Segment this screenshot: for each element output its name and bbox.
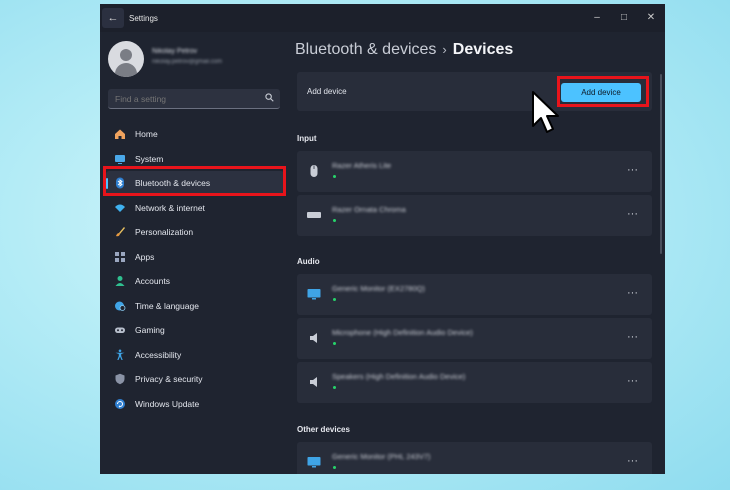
connected-status-dot	[333, 175, 336, 178]
sidebar-item-personalization[interactable]: Personalization	[106, 220, 284, 245]
connected-status-dot	[333, 219, 336, 222]
connected-status-dot	[333, 466, 336, 469]
page-title: Devices	[452, 41, 514, 58]
sidebar-item-label: Accounts	[135, 276, 170, 287]
person-icon	[113, 274, 127, 288]
profile-name: Nikolay Petrov	[152, 48, 198, 55]
sidebar-item-home[interactable]: Home	[106, 122, 284, 147]
more-options-button[interactable]: ···	[627, 331, 638, 343]
device-name: Microphone (High Definition Audio Device…	[332, 328, 473, 337]
sidebar-item-label: Windows Update	[135, 398, 200, 409]
scrollbar[interactable]	[660, 74, 662, 254]
device-row[interactable]: Microphone (High Definition Audio Device…	[297, 318, 652, 359]
device-name: Razer Ornata Chroma	[332, 205, 406, 214]
more-options-button[interactable]: ···	[627, 164, 638, 176]
title-bar: ← Settings – □ ✕	[100, 4, 665, 32]
device-row[interactable]: Razer Ornata Chroma ···	[297, 195, 652, 236]
search-icon[interactable]	[265, 93, 274, 102]
sidebar-item-label: Gaming	[135, 325, 165, 336]
sidebar-item-apps[interactable]: Apps	[106, 245, 284, 270]
apps-icon	[113, 250, 127, 264]
sidebar-item-accessibility[interactable]: Accessibility	[106, 343, 284, 368]
profile-email: nikolay.petrov@gmail.com	[152, 59, 223, 65]
avatar	[108, 41, 144, 77]
speaker-icon	[310, 333, 317, 343]
sidebar-item-label: Apps	[135, 251, 155, 262]
device-row[interactable]: Generic Monitor (EX2780Q) ···	[297, 274, 652, 315]
sidebar-nav: Home System Bluetooth & devices Network …	[106, 122, 284, 416]
sidebar-item-accounts[interactable]: Accounts	[106, 269, 284, 294]
accessibility-icon	[113, 348, 127, 362]
breadcrumb-separator: ›	[442, 42, 447, 57]
section-title-input: Input	[297, 134, 317, 143]
window-title: Settings	[129, 14, 158, 23]
back-button[interactable]: ←	[102, 8, 124, 28]
device-name: Speakers (High Definition Audio Device)	[332, 372, 466, 381]
device-row[interactable]: Speakers (High Definition Audio Device) …	[297, 362, 652, 403]
more-options-button[interactable]: ···	[627, 455, 638, 467]
more-options-button[interactable]: ···	[627, 287, 638, 299]
speaker-icon	[310, 377, 317, 387]
section-title-other-devices: Other devices	[297, 425, 350, 434]
device-name: Razer Atheris Lite	[332, 161, 392, 170]
sidebar-item-label: Time & language	[135, 300, 199, 311]
sidebar-item-label: Home	[135, 129, 158, 140]
section-title-audio: Audio	[297, 257, 320, 266]
device-row[interactable]: Razer Atheris Lite ···	[297, 151, 652, 192]
update-icon	[113, 397, 127, 411]
settings-window: ← Settings – □ ✕ Nikolay Petrov nikolay.…	[100, 4, 665, 474]
more-options-button[interactable]: ···	[627, 375, 638, 387]
globe-clock-icon	[113, 299, 127, 313]
breadcrumb: Bluetooth & devices › Devices	[295, 41, 513, 59]
sidebar-item-time-language[interactable]: Time & language	[106, 294, 284, 319]
add-device-label: Add device	[307, 87, 347, 96]
device-name: Generic Monitor (EX2780Q)	[332, 284, 425, 293]
connected-status-dot	[333, 386, 336, 389]
sidebar-item-gaming[interactable]: Gaming	[106, 318, 284, 343]
monitor-icon	[307, 289, 321, 300]
mouse-icon	[310, 165, 318, 177]
gamepad-icon	[113, 323, 127, 337]
brush-icon	[113, 225, 127, 239]
back-arrow-icon: ←	[107, 12, 119, 24]
search-input[interactable]	[108, 89, 258, 108]
sidebar-item-bluetooth-devices[interactable]: Bluetooth & devices	[106, 171, 284, 196]
device-row[interactable]: Generic Monitor (PHL 243V7) ···	[297, 442, 652, 474]
keyboard-icon	[307, 212, 321, 218]
connected-status-dot	[333, 342, 336, 345]
sidebar-item-label: Bluetooth & devices	[135, 178, 211, 189]
connected-status-dot	[333, 298, 336, 301]
sidebar-item-label: Personalization	[135, 227, 194, 238]
device-name: Generic Monitor (PHL 243V7)	[332, 452, 431, 461]
sidebar-item-windows-update[interactable]: Windows Update	[106, 392, 284, 417]
maximize-button[interactable]: □	[611, 7, 637, 27]
add-device-card: Add device Add device	[297, 72, 652, 111]
sidebar-item-privacy-security[interactable]: Privacy & security	[106, 367, 284, 392]
home-icon	[113, 127, 127, 141]
bluetooth-icon	[113, 176, 127, 190]
minimize-button[interactable]: –	[584, 7, 610, 27]
sidebar-item-label: Accessibility	[135, 349, 182, 360]
more-options-button[interactable]: ···	[627, 208, 638, 220]
shield-icon	[113, 372, 127, 386]
sidebar-item-label: System	[135, 153, 164, 164]
add-device-button[interactable]: Add device	[561, 83, 641, 102]
monitor-icon	[307, 457, 321, 468]
close-button[interactable]: ✕	[638, 7, 664, 27]
sidebar-item-system[interactable]: System	[106, 147, 284, 172]
monitor-icon	[113, 152, 127, 166]
search-box[interactable]	[108, 89, 280, 109]
wifi-icon	[113, 201, 127, 215]
sidebar-item-label: Privacy & security	[135, 374, 203, 385]
sidebar-item-network[interactable]: Network & internet	[106, 196, 284, 221]
sidebar-item-label: Network & internet	[135, 202, 205, 213]
breadcrumb-parent[interactable]: Bluetooth & devices	[295, 41, 436, 58]
